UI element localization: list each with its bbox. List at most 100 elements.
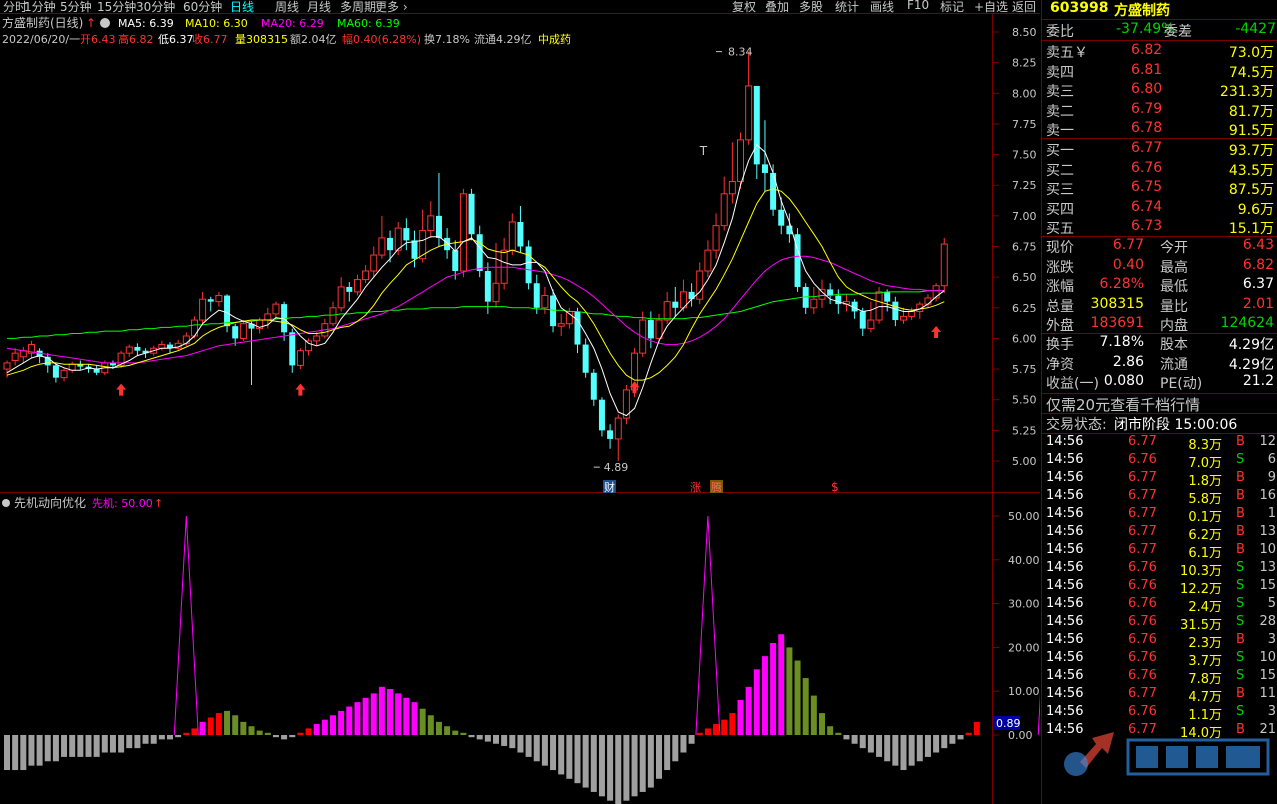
tick-time-11: 14:56 <box>1046 632 1084 647</box>
indicator-bar <box>892 735 899 766</box>
candle <box>598 399 605 431</box>
indicator-bar <box>191 728 198 735</box>
tick-time-6: 14:56 <box>1046 542 1084 557</box>
candle <box>362 270 370 281</box>
candle <box>296 350 304 366</box>
stat-label2-4: 内盘 <box>1160 318 1188 334</box>
candle <box>492 282 500 303</box>
tick-price-4: 6.77 <box>1128 506 1157 521</box>
candle <box>232 326 239 339</box>
price-axis-label: 8.25 <box>1012 57 1037 70</box>
candle <box>737 139 744 183</box>
settings-icon <box>100 18 110 28</box>
candle <box>525 246 532 284</box>
bid-label-0: 买一 <box>1046 143 1074 159</box>
indicator-axis-label: 10.00 <box>1008 685 1040 698</box>
indicator-bar <box>411 702 418 735</box>
candle <box>329 307 337 325</box>
tick-price-15: 6.76 <box>1128 704 1157 719</box>
candle <box>484 271 491 302</box>
candle <box>541 295 549 309</box>
low-marker-label: 4.89 <box>604 461 629 474</box>
indicator-bar <box>330 715 336 735</box>
stat2-label2-1: 流通 <box>1160 356 1188 373</box>
indicator-bar <box>517 735 524 753</box>
bid-volume-4: 15.1万 <box>1228 221 1274 237</box>
stat-label2-1: 最高 <box>1160 259 1188 276</box>
candle <box>827 289 834 296</box>
stat-value2-0: 6.43 <box>1242 237 1274 253</box>
weibi-label: 委比 <box>1046 24 1074 40</box>
tick-side-8: S <box>1236 578 1245 593</box>
candle <box>672 301 679 308</box>
stat2-value2-2: 21.2 <box>1242 373 1274 389</box>
indicator-bar <box>973 721 980 735</box>
indicator-bar <box>949 735 956 744</box>
candle <box>582 344 589 373</box>
ma60-label: MA60: 6.39 <box>337 17 400 30</box>
ask-label-2: 卖三 <box>1046 84 1074 100</box>
tick-price-12: 6.76 <box>1128 650 1157 665</box>
indicator-bar <box>851 735 858 744</box>
tick-volume-4: 0.1万 <box>1188 510 1222 525</box>
tick-volume-5: 6.2万 <box>1188 528 1222 543</box>
indicator-bar <box>4 735 10 771</box>
tick-side-9: S <box>1236 596 1245 611</box>
indicator-bar <box>819 713 825 735</box>
tick-price-9: 6.76 <box>1128 596 1157 611</box>
indicator-bar <box>533 735 540 762</box>
tick-count-15: 3 <box>1267 704 1276 719</box>
candle <box>761 164 768 173</box>
indicator-bar <box>240 721 247 735</box>
bid-label-3: 买四 <box>1046 201 1074 218</box>
candle <box>158 344 166 349</box>
level2-promo-link[interactable]: 仅需20元查看千档行情 <box>1046 394 1200 415</box>
tick-time-0: 14:56 <box>1046 434 1084 449</box>
stat2-label2-2: PE(动) <box>1160 376 1203 392</box>
price-axis-label: 7.50 <box>1012 149 1037 162</box>
stat-value-4: 183691 <box>1090 315 1144 331</box>
indicator-bar <box>933 735 940 753</box>
chart-area[interactable]: 分时 1分钟 5分钟 15分钟 30分钟 60分钟 日线 周线 月线 多周期 更多 › 复权 叠加 多股统… <box>0 0 1040 804</box>
candle <box>508 221 516 251</box>
tick-price-14: 6.77 <box>1128 686 1157 701</box>
kline-chart[interactable]: 8.50 8.25 8.00 7.75 7.50 7.25 7.00 6.75 6.50 6.25… <box>0 0 1040 804</box>
indicator-bar <box>598 735 605 797</box>
indicator-bar <box>93 735 100 757</box>
indicator-axis-label: 30.00 <box>1008 598 1040 611</box>
indicator-bar <box>835 732 842 735</box>
indicator-bar <box>672 735 679 762</box>
stat2-value-1: 2.86 <box>1112 353 1144 370</box>
tick-side-7: S <box>1236 560 1245 575</box>
candle <box>387 237 394 251</box>
indicator-bar <box>61 735 68 757</box>
tick-side-13: S <box>1236 668 1245 683</box>
candle <box>924 297 932 305</box>
bid-label-1: 买二 <box>1046 162 1074 179</box>
indicator-bar <box>346 706 353 735</box>
candle <box>11 352 19 361</box>
indicator-bar <box>916 735 923 762</box>
stat-value-0: 6.77 <box>1112 237 1144 253</box>
tick-price-1: 6.76 <box>1128 452 1157 467</box>
candle <box>614 417 622 440</box>
candle <box>476 234 483 272</box>
price-axis-label: 5.50 <box>1012 394 1037 407</box>
divider <box>1042 19 1277 20</box>
ma20-label: MA20: 6.29 <box>261 17 324 30</box>
candle <box>125 346 133 354</box>
candle <box>215 295 223 303</box>
indicator-bar <box>737 699 744 735</box>
candle <box>647 320 654 339</box>
indicator-bar <box>460 732 467 735</box>
candle <box>908 310 916 317</box>
indicator-bar <box>607 735 614 801</box>
ask-volume-1: 74.5万 <box>1228 64 1274 81</box>
tick-count-7: 13 <box>1259 560 1276 575</box>
indicator-bar <box>778 634 785 735</box>
indicator-bar <box>387 689 394 735</box>
tick-time-8: 14:56 <box>1046 578 1084 593</box>
divider <box>1042 138 1277 139</box>
ask-volume-3: 81.7万 <box>1228 103 1274 120</box>
candle <box>517 221 524 247</box>
